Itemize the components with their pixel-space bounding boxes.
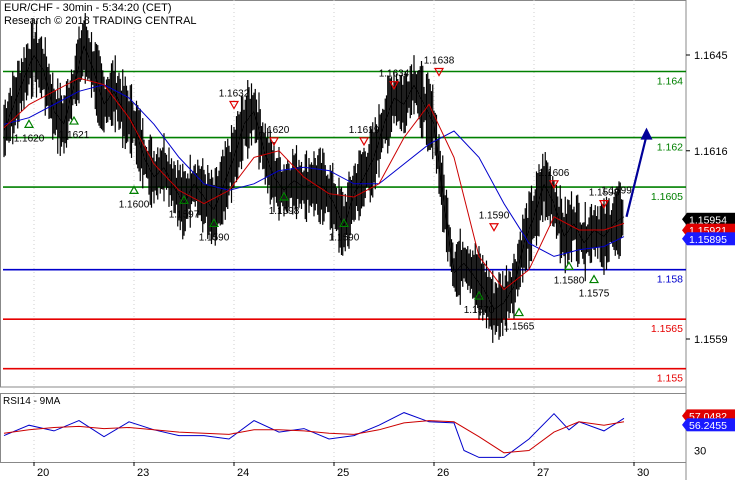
x-tick-label-2: 24: [237, 467, 249, 479]
rsi-y-tick-label: 30: [694, 446, 706, 458]
rsi-tag-label-1: 56.2455: [689, 420, 727, 432]
rsi-tag-pointer-1: [682, 418, 687, 432]
chart-header-title: EUR/CHF - 30min - 5:34:20 (CET): [4, 2, 171, 14]
marker-label-3: 1.1597: [169, 209, 200, 220]
x-tick-label-1: 23: [137, 467, 149, 479]
marker-label-7: 1.1598: [269, 206, 300, 217]
projection-arrow-shaft: [625, 135, 648, 218]
level-label-0: 1.164: [657, 76, 683, 88]
x-tick-label-4: 26: [437, 467, 449, 479]
x-tick-label-6: 30: [637, 467, 649, 479]
marker-triangle-0: [23, 119, 35, 128]
x-tick-label-3: 25: [337, 467, 349, 479]
y-tick-label-0: 1.1645: [694, 50, 728, 62]
marker-label-1: 1.1621: [59, 130, 90, 141]
marker-label-2: 1.1600: [119, 199, 150, 210]
marker-triangle-9: [358, 137, 370, 147]
marker-label-13: 1.1590: [479, 211, 510, 222]
price-tag-pointer-0: [682, 212, 687, 226]
price-tag-pointer-2: [682, 232, 687, 246]
marker-label-0: 1.1620: [14, 133, 45, 144]
marker-label-14: 1.1565: [504, 322, 535, 333]
rsi-series-0: [3, 412, 625, 458]
marker-label-16: 1.1580: [554, 275, 585, 286]
marker-label-12: 1.1570: [464, 305, 495, 316]
y-tick-label-2: 1.1559: [694, 334, 728, 346]
level-label-1: 1.162: [657, 142, 683, 154]
x-tick-label-0: 20: [37, 467, 49, 479]
marker-triangle-13: [488, 223, 500, 232]
marker-label-11: 1.1638: [424, 56, 455, 67]
rsi-plot-frame: [0, 393, 687, 463]
marker-label-9: 1.1619: [349, 125, 380, 136]
extra-label-0: 1.1599: [601, 186, 632, 197]
level-label-3: 1.158: [657, 274, 683, 286]
marker-triangle-16: [563, 261, 575, 270]
level-label-4: 1.1565: [651, 323, 683, 335]
chart-svg: 1.164 1.162 1.1605 1.158 1.1565 1.155 1.1620 1…: [0, 0, 735, 480]
marker-triangle-17: [588, 274, 600, 284]
x-tick-label-5: 27: [537, 467, 549, 479]
marker-label-6: 1.1620: [259, 125, 290, 136]
rsi-title: RSI14 - 9MA: [3, 396, 61, 407]
marker-label-8: 1.1590: [329, 232, 360, 243]
marker-label-15: 1.1606: [539, 168, 570, 179]
price-tag-label-2: 1.15895: [689, 234, 727, 246]
marker-triangle-5: [228, 100, 240, 110]
marker-label-5: 1.1632: [219, 89, 250, 100]
level-label-2: 1.1605: [651, 191, 683, 203]
marker-label-4: 1.1590: [199, 232, 230, 243]
marker-triangle-14: [513, 307, 525, 317]
marker-label-17: 1.1575: [579, 289, 610, 300]
projection-arrow-head: [640, 127, 653, 140]
chart-header-copyright: Research © 2018 TRADING CENTRAL: [4, 15, 197, 27]
marker-label-10: 1.1634: [379, 69, 410, 80]
chart-root: 1.164 1.162 1.1605 1.158 1.1565 1.155 1.1620 1…: [0, 0, 735, 480]
y-tick-label-1: 1.1616: [694, 146, 728, 158]
level-label-5: 1.155: [657, 373, 683, 385]
